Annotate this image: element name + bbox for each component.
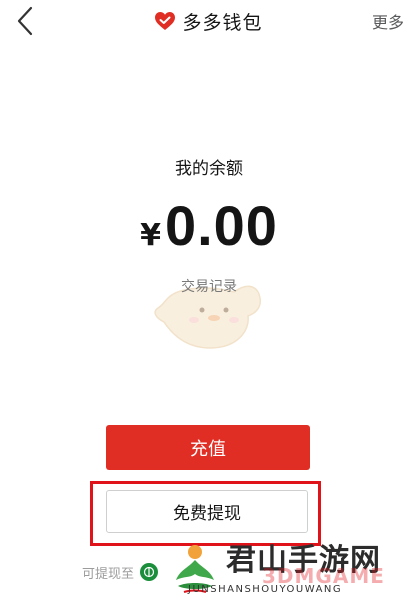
balance-value: 0.00	[164, 194, 278, 257]
bank-icon	[140, 563, 159, 581]
recharge-button[interactable]: 充值	[106, 425, 310, 470]
currency-symbol: ¥	[140, 218, 161, 253]
more-button[interactable]: 更多	[372, 8, 404, 34]
transaction-records-link[interactable]: 交易记录	[0, 276, 418, 296]
watermark-subtext: JUNSHANSHOUYOUWANG	[188, 584, 343, 595]
heart-check-icon	[155, 11, 176, 30]
page-title-text: 多多钱包	[182, 11, 263, 34]
page-title: 多多钱包	[0, 6, 418, 36]
balance-label: 我的余额	[175, 159, 243, 179]
withdraw-to-info: 可提现至	[82, 562, 159, 582]
balance-amount: ¥ 0.00	[0, 198, 418, 254]
free-withdraw-button[interactable]: 免费提现	[106, 490, 308, 533]
withdraw-to-label: 可提现至	[82, 566, 135, 582]
